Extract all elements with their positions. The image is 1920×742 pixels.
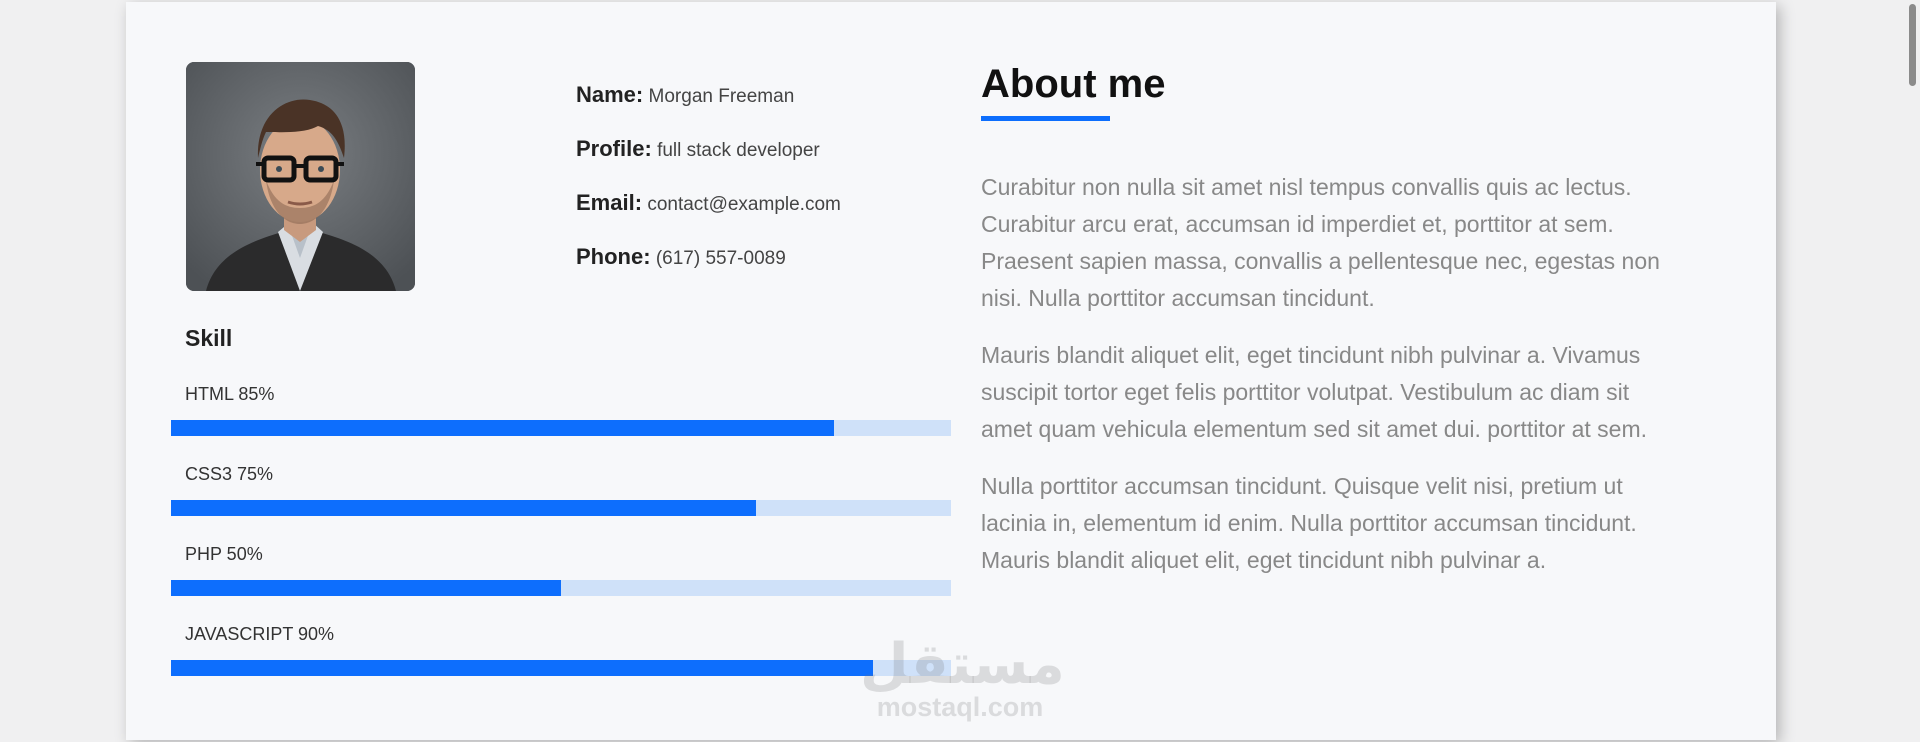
title-underline xyxy=(981,116,1110,121)
vertical-scrollbar[interactable] xyxy=(1903,0,1920,742)
about-paragraph: Curabitur non nulla sit amet nisl tempus… xyxy=(981,174,1660,311)
person-portrait-image xyxy=(186,62,415,291)
detail-profile: Profile: full stack developer xyxy=(576,136,956,190)
detail-value: (617) 557-0089 xyxy=(655,248,786,269)
about-section: About me Curabitur non nulla sit amet ni… xyxy=(981,60,1681,599)
watermark-latin-text: mostaql.com xyxy=(876,692,1044,722)
progress-bar-fill xyxy=(171,420,834,436)
skill-label: HTML 85% xyxy=(185,384,275,404)
detail-label: Phone: xyxy=(576,244,651,269)
progress-bar-fill xyxy=(171,500,756,516)
detail-label: Email: xyxy=(576,190,643,215)
detail-name: Name: Morgan Freeman xyxy=(576,82,956,136)
detail-label: Name: xyxy=(576,82,644,107)
profile-photo xyxy=(186,62,415,291)
about-title: About me xyxy=(981,62,1166,106)
progress-bar-fill xyxy=(171,660,873,676)
about-text: Curabitur non nulla sit amet nisl tempus… xyxy=(981,169,1681,579)
detail-phone: Phone: (617) 557-0089 xyxy=(576,244,956,298)
progress-bar xyxy=(171,500,951,516)
scrollbar-thumb[interactable] xyxy=(1909,4,1916,86)
detail-email: Email: contact@example.com xyxy=(576,190,956,244)
detail-value: Morgan Freeman xyxy=(648,86,795,107)
skill-item-php: PHP 50% xyxy=(171,542,951,622)
watermark-arabic-text: مستقل xyxy=(860,632,1065,695)
about-paragraph: Nulla porttitor accumsan tincidunt. Quis… xyxy=(981,473,1637,573)
detail-label: Profile: xyxy=(576,136,652,161)
progress-bar xyxy=(171,420,951,436)
progress-bar xyxy=(171,660,951,676)
watermark-logo: مستقل mostaql.com xyxy=(860,632,1065,723)
skill-item-javascript: JAVASCRIPT 90% xyxy=(171,622,951,702)
profile-details: Name: Morgan Freeman Profile: full stack… xyxy=(576,82,956,298)
skill-heading: Skill xyxy=(185,325,233,351)
skill-label: CSS3 75% xyxy=(185,464,274,484)
detail-value: full stack developer xyxy=(657,140,820,161)
detail-value: contact@example.com xyxy=(647,194,841,215)
skills-list: HTML 85% CSS3 75% PHP 50% JAVASCRIPT 90% xyxy=(171,382,951,702)
skill-item-css3: CSS3 75% xyxy=(171,462,951,542)
skill-label: PHP 50% xyxy=(185,544,263,564)
skill-label: JAVASCRIPT 90% xyxy=(185,624,335,644)
skill-item-html: HTML 85% xyxy=(171,382,951,462)
progress-bar-fill xyxy=(171,580,561,596)
about-paragraph: Mauris blandit aliquet elit, eget tincid… xyxy=(981,342,1648,442)
progress-bar xyxy=(171,580,951,596)
